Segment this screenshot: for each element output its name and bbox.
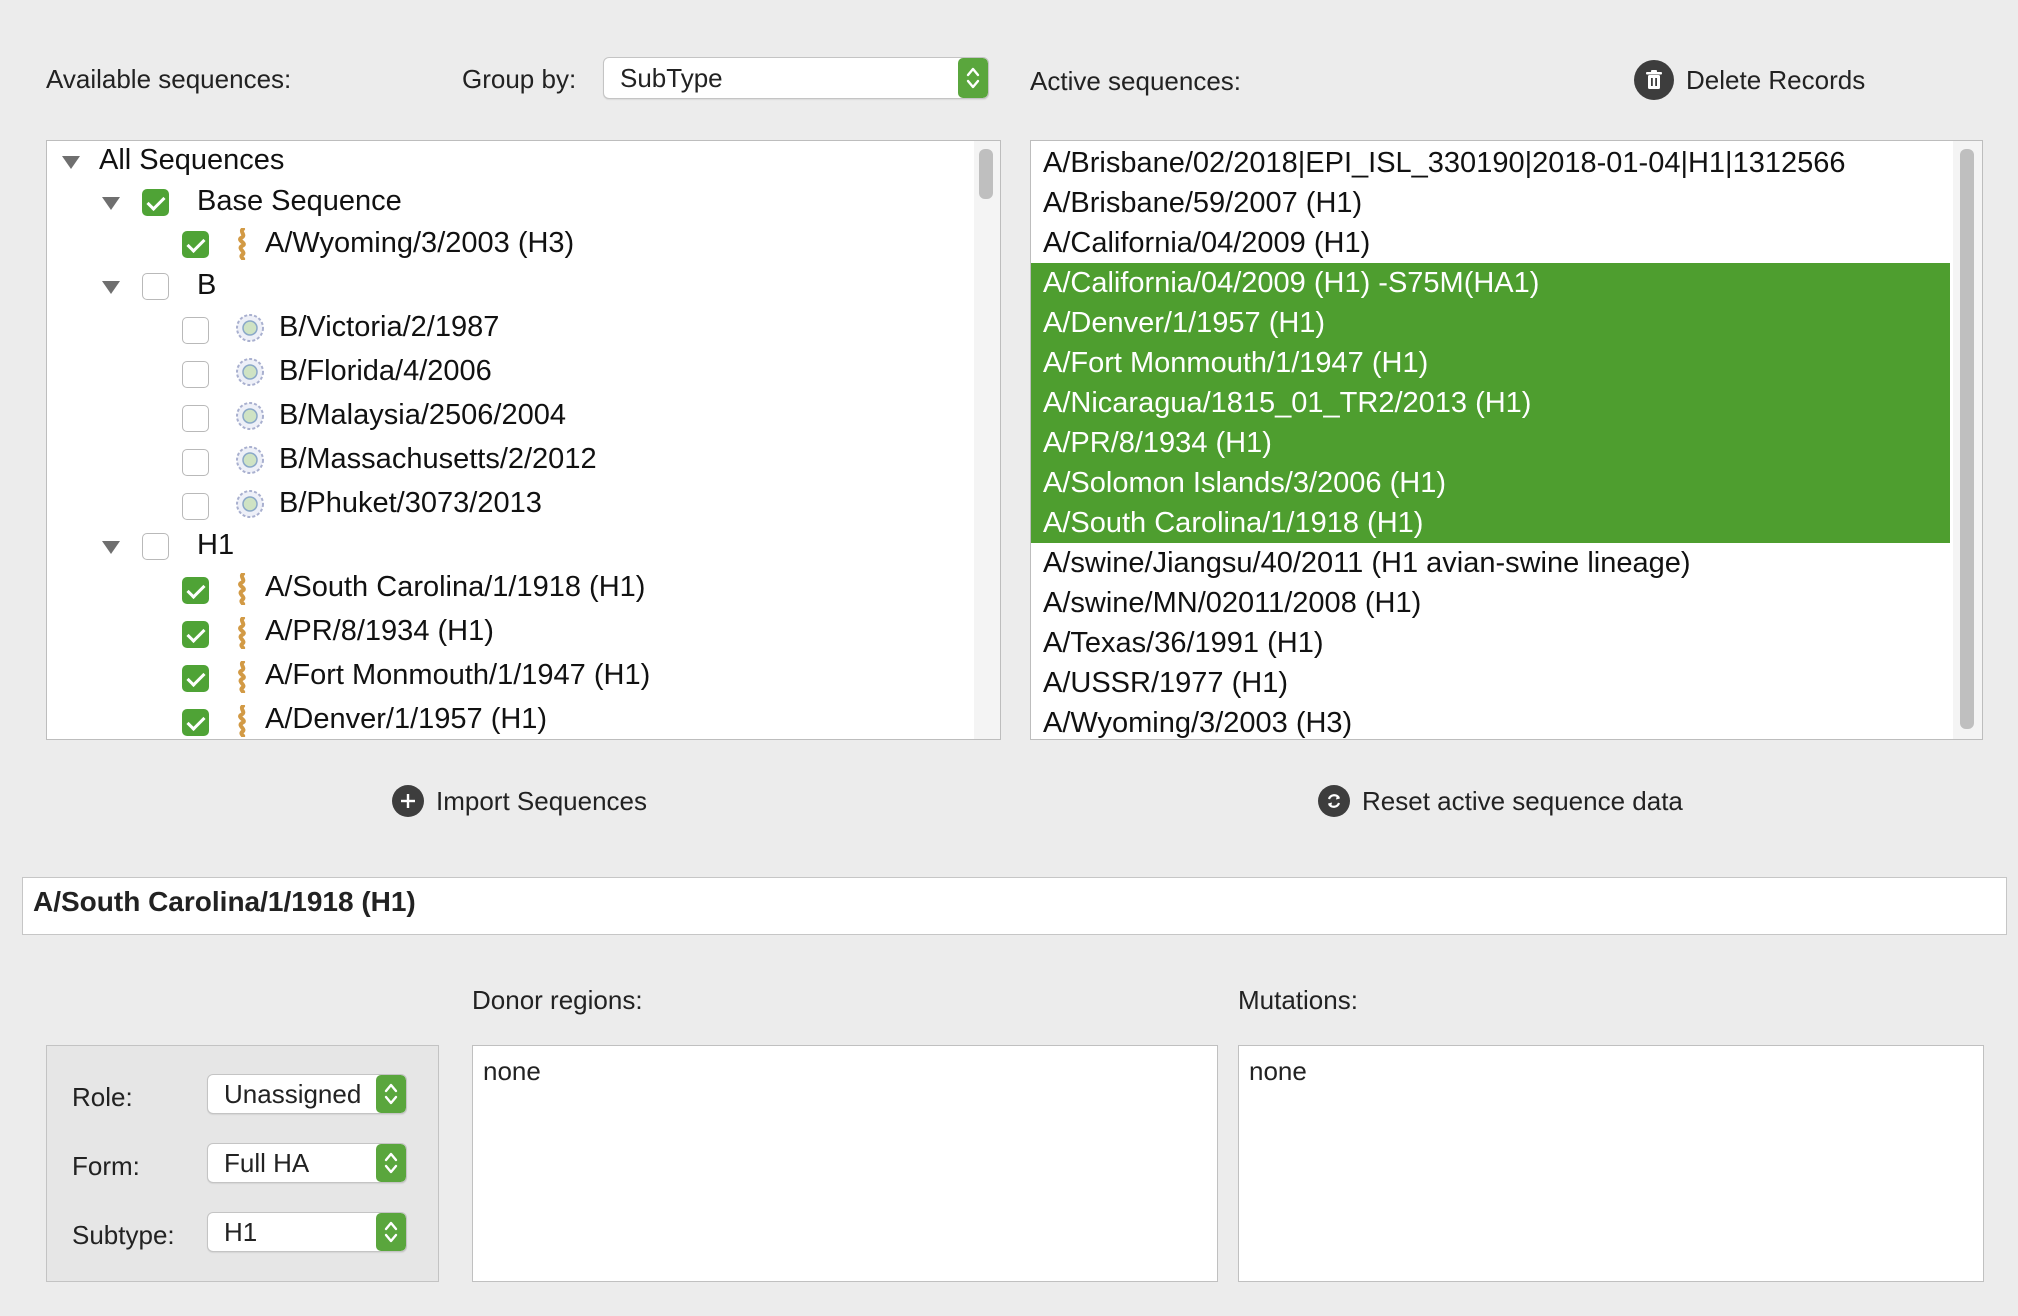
- mutations-field[interactable]: none: [1238, 1045, 1984, 1282]
- active-sequences-label: Active sequences:: [1030, 66, 1242, 96]
- tree-item-label[interactable]: B/Florida/4/2006: [279, 355, 492, 388]
- checkbox-item[interactable]: [182, 577, 209, 604]
- list-item[interactable]: A/swine/MN/02011/2008 (H1): [1031, 583, 1950, 623]
- checkbox-item[interactable]: [182, 709, 209, 736]
- mutations-value: none: [1249, 1056, 1307, 1086]
- tree-item-label[interactable]: A/South Carolina/1/1918 (H1): [265, 571, 645, 604]
- form-label: Form:: [72, 1151, 140, 1181]
- tree-group-h1: H1: [197, 529, 235, 561]
- disclosure-triangle-icon[interactable]: [62, 156, 80, 169]
- role-select[interactable]: Unassigned: [207, 1074, 407, 1114]
- reset-active-data-label: Reset active sequence data: [1362, 785, 1683, 816]
- tree-item-label[interactable]: A/Fort Monmouth/1/1947 (H1): [265, 659, 650, 692]
- form-select[interactable]: Full HA: [207, 1143, 407, 1183]
- subtype-value: H1: [224, 1216, 258, 1247]
- tree-item-label[interactable]: B/Phuket/3073/2013: [279, 487, 542, 520]
- role-label: Role:: [72, 1082, 133, 1112]
- group-by-label: Group by:: [462, 64, 577, 94]
- list-item-selected[interactable]: A/Fort Monmouth/1/1947 (H1): [1031, 343, 1950, 383]
- h-protein-icon: [238, 228, 246, 260]
- import-sequences-button[interactable]: Import Sequences: [392, 785, 647, 817]
- subtype-select[interactable]: H1: [207, 1212, 407, 1252]
- chevron-updown-icon: [958, 58, 988, 98]
- b-virus-icon: [236, 358, 264, 386]
- list-item[interactable]: A/California/04/2009 (H1): [1031, 223, 1950, 263]
- disclosure-triangle-icon[interactable]: [102, 197, 120, 210]
- checkbox-group-h1[interactable]: [142, 533, 169, 560]
- tree-root-label: All Sequences: [99, 144, 285, 176]
- b-virus-icon: [236, 446, 264, 474]
- available-sequences-tree[interactable]: All Sequences Base Sequence A/Wyoming/3/…: [46, 140, 1001, 740]
- role-value: Unassigned: [224, 1078, 362, 1109]
- selected-sequence-name-field[interactable]: A/South Carolina/1/1918 (H1): [22, 877, 2007, 935]
- list-item-selected[interactable]: A/California/04/2009 (H1) -S75M(HA1): [1031, 263, 1950, 303]
- checkbox-item[interactable]: [182, 493, 209, 520]
- b-virus-icon: [236, 490, 264, 518]
- properties-group: Role: Unassigned Form: Full HA Subtype: …: [46, 1045, 439, 1282]
- checkbox-item[interactable]: [182, 317, 209, 344]
- h-protein-icon: [238, 617, 246, 649]
- checkbox-item[interactable]: [182, 231, 209, 258]
- tree-scrollbar[interactable]: [974, 141, 1000, 739]
- h-protein-icon: [238, 573, 246, 605]
- b-virus-icon: [236, 402, 264, 430]
- checkbox-group-b[interactable]: [142, 273, 169, 300]
- chevron-updown-icon: [376, 1144, 406, 1182]
- trash-icon: [1634, 60, 1674, 100]
- tree-scrollbar-thumb[interactable]: [979, 149, 993, 199]
- reset-active-data-button[interactable]: Reset active sequence data: [1318, 785, 1683, 817]
- list-item[interactable]: A/Brisbane/02/2018|EPI_ISL_330190|2018-0…: [1031, 143, 1950, 183]
- donor-regions-label: Donor regions:: [472, 985, 643, 1015]
- donor-regions-field[interactable]: none: [472, 1045, 1218, 1282]
- group-by-select[interactable]: SubType: [603, 57, 989, 99]
- available-sequences-label: Available sequences:: [46, 64, 292, 94]
- disclosure-triangle-icon[interactable]: [102, 281, 120, 294]
- tree-item-label[interactable]: A/Denver/1/1957 (H1): [265, 703, 547, 736]
- checkbox-base-sequence[interactable]: [142, 189, 169, 216]
- list-item[interactable]: A/Wyoming/3/2003 (H3): [1031, 703, 1950, 739]
- list-item-selected[interactable]: A/South Carolina/1/1918 (H1): [1031, 503, 1950, 543]
- form-value: Full HA: [224, 1147, 310, 1178]
- active-list-scrollbar-thumb[interactable]: [1960, 149, 1974, 729]
- tree-item-label[interactable]: B/Massachusetts/2/2012: [279, 443, 597, 476]
- group-by-value: SubType: [620, 62, 723, 93]
- import-sequences-label: Import Sequences: [436, 785, 648, 816]
- h-protein-icon: [238, 705, 246, 737]
- checkbox-item[interactable]: [182, 665, 209, 692]
- chevron-updown-icon: [376, 1213, 406, 1251]
- plus-icon: [392, 785, 424, 817]
- b-virus-icon: [236, 314, 264, 342]
- tree-item-label[interactable]: B/Victoria/2/1987: [279, 311, 499, 344]
- list-item[interactable]: A/Brisbane/59/2007 (H1): [1031, 183, 1950, 223]
- chevron-updown-icon: [376, 1075, 406, 1113]
- list-item[interactable]: A/swine/Jiangsu/40/2011 (H1 avian-swine …: [1031, 543, 1950, 583]
- checkbox-item[interactable]: [182, 405, 209, 432]
- selected-sequence-name: A/South Carolina/1/1918 (H1): [33, 886, 416, 917]
- checkbox-item[interactable]: [182, 621, 209, 648]
- list-item-selected[interactable]: A/Nicaragua/1815_01_TR2/2013 (H1): [1031, 383, 1950, 423]
- checkbox-item[interactable]: [182, 361, 209, 388]
- list-item-selected[interactable]: A/PR/8/1934 (H1): [1031, 423, 1950, 463]
- active-sequences-list[interactable]: A/Brisbane/02/2018|EPI_ISL_330190|2018-0…: [1030, 140, 1983, 740]
- disclosure-triangle-icon[interactable]: [102, 541, 120, 554]
- tree-group-b: B: [197, 269, 217, 301]
- h-protein-icon: [238, 661, 246, 693]
- list-item[interactable]: A/USSR/1977 (H1): [1031, 663, 1950, 703]
- mutations-label: Mutations:: [1238, 985, 1358, 1015]
- reset-arrows-icon: [1318, 785, 1350, 817]
- donor-regions-value: none: [483, 1056, 541, 1086]
- tree-item-label[interactable]: A/PR/8/1934 (H1): [265, 615, 494, 648]
- delete-records-label: Delete Records: [1686, 64, 1866, 95]
- list-item-selected[interactable]: A/Denver/1/1957 (H1): [1031, 303, 1950, 343]
- checkbox-item[interactable]: [182, 449, 209, 476]
- tree-group-base-sequence: Base Sequence: [197, 185, 402, 217]
- tree-item-label[interactable]: A/Wyoming/3/2003 (H3): [265, 227, 574, 260]
- subtype-label: Subtype:: [72, 1220, 175, 1250]
- list-item-selected[interactable]: A/Solomon Islands/3/2006 (H1): [1031, 463, 1950, 503]
- delete-records-button[interactable]: Delete Records: [1634, 60, 1865, 100]
- tree-item-label[interactable]: B/Malaysia/2506/2004: [279, 399, 566, 432]
- list-item[interactable]: A/Texas/36/1991 (H1): [1031, 623, 1950, 663]
